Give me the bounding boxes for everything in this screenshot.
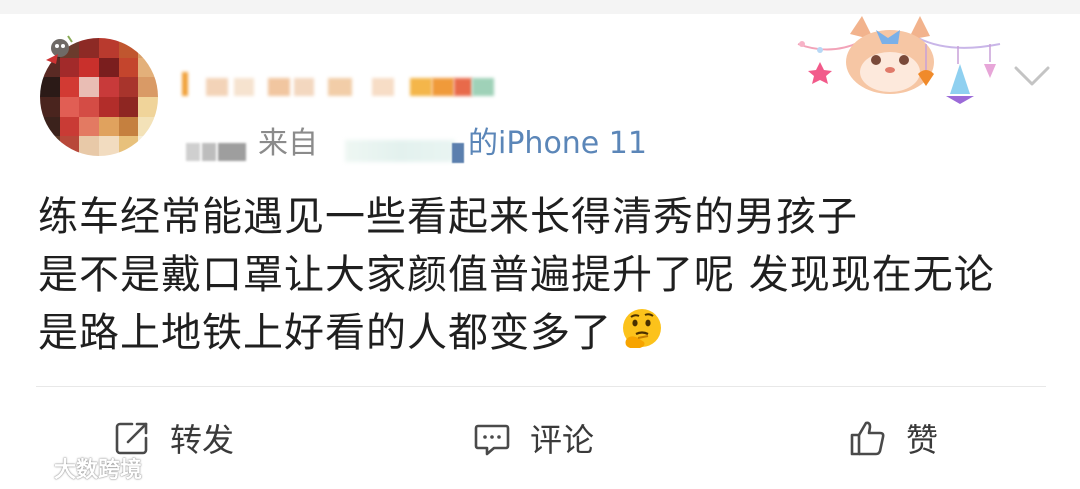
source-redacted-fragment [452, 143, 464, 163]
weibo-post-card: 来自 的iPhone 11 练车经常能遇见一些看起来长得清秀的男孩子 是不是戴口… [0, 0, 1080, 489]
top-separator [0, 0, 1080, 14]
post-line-2: 是不是戴口罩让大家颜值普遍提升了呢 发现现在无论 [38, 252, 995, 298]
source-redacted [345, 140, 455, 162]
comment-label: 评论 [530, 421, 595, 459]
post-body: 练车经常能遇见一些看起来长得清秀的男孩子 是不是戴口罩让大家颜值普遍提升了呢 发… [38, 188, 1048, 362]
post-line-3-text: 是路上地铁上好看的人都变多了 [38, 310, 612, 356]
thumbs-up-icon [850, 421, 885, 456]
divider [36, 386, 1046, 387]
username-redacted[interactable] [182, 68, 512, 100]
chevron-down-icon[interactable] [1010, 58, 1054, 94]
device-source-link[interactable]: 的iPhone 11 [468, 124, 647, 164]
post-line-1: 练车经常能遇见一些看起来长得清秀的男孩子 [38, 194, 858, 240]
post-time-redacted [186, 143, 248, 163]
source-prefix: 来自 [258, 126, 318, 161]
watermark-text: 大数跨境 [54, 458, 143, 483]
thinking-face-icon [623, 309, 661, 348]
watermark: 大数跨境 [8, 452, 142, 484]
post-line-3: 是路上地铁上好看的人都变多了 [38, 304, 1048, 362]
card-decoration-icon [797, 16, 1001, 104]
watermark-logo-icon [8, 459, 50, 477]
avatar-pendant-icon [46, 35, 73, 64]
comment-icon [474, 424, 510, 456]
like-button[interactable]: 赞 [848, 412, 938, 464]
comment-button[interactable]: 评论 [472, 412, 594, 464]
like-label: 赞 [906, 421, 939, 459]
repost-label: 转发 [170, 421, 235, 459]
